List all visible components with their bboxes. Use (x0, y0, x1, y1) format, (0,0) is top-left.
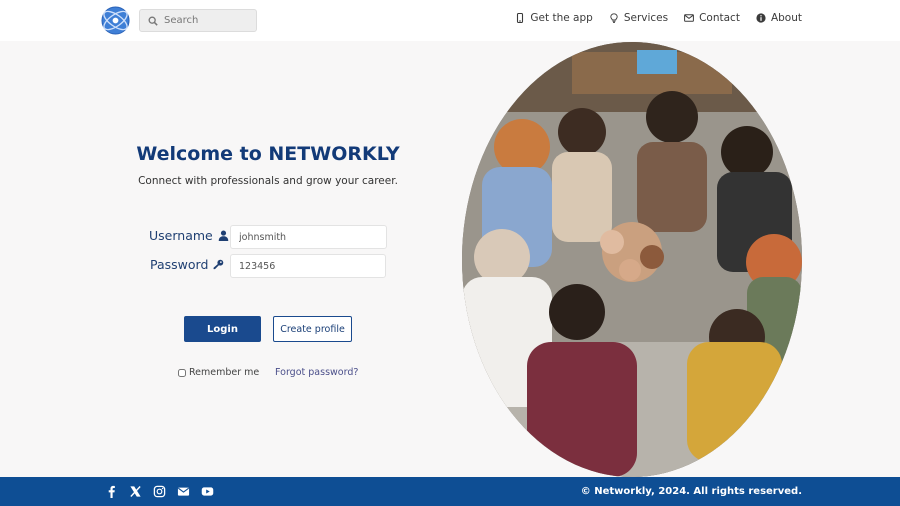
nav-services[interactable]: Services (609, 12, 668, 24)
password-input[interactable] (230, 254, 386, 278)
search-icon (148, 16, 158, 26)
email-icon[interactable] (176, 484, 190, 498)
create-profile-button[interactable]: Create profile (273, 316, 352, 342)
page-tagline: Connect with professionals and grow your… (138, 175, 398, 187)
key-icon (213, 259, 224, 270)
username-label: Username (149, 228, 229, 243)
networkly-logo-icon[interactable] (101, 6, 130, 35)
x-icon[interactable] (128, 484, 142, 498)
username-label-text: Username (149, 228, 213, 243)
instagram-icon[interactable] (152, 484, 166, 498)
user-icon (218, 230, 229, 241)
social-links (104, 484, 214, 498)
nav-about[interactable]: About (756, 12, 802, 24)
youtube-icon[interactable] (200, 484, 214, 498)
password-label: Password (150, 257, 224, 272)
remember-me-label: Remember me (189, 367, 260, 378)
page-title: Welcome to NETWORKLY (136, 143, 400, 165)
phone-icon (517, 13, 524, 23)
login-button[interactable]: Login (184, 316, 261, 342)
password-label-text: Password (150, 257, 209, 272)
nav-contact[interactable]: Contact (684, 12, 740, 24)
facebook-icon[interactable] (104, 484, 118, 498)
top-navbar: Get the app Services Contact About (0, 0, 900, 41)
remember-me-checkbox[interactable] (178, 368, 186, 377)
info-icon (756, 13, 766, 23)
nav-contact-label: Contact (699, 12, 740, 24)
footer: © Networkly, 2024. All rights reserved. (0, 477, 900, 506)
team-hands-photo (462, 42, 802, 477)
lightbulb-icon (610, 13, 618, 23)
forgot-password-link[interactable]: Forgot password? (275, 367, 358, 378)
nav-menu: Get the app Services Contact About (515, 12, 802, 24)
search-box[interactable] (139, 9, 257, 32)
envelope-icon (684, 14, 694, 22)
nav-about-label: About (770, 12, 802, 24)
username-input[interactable] (230, 225, 387, 249)
copyright-text: © Networkly, 2024. All rights reserved. (580, 486, 802, 497)
remember-me[interactable]: Remember me (178, 367, 259, 378)
search-input[interactable] (164, 15, 249, 26)
nav-get-the-app[interactable]: Get the app (515, 12, 593, 24)
nav-get-the-app-label: Get the app (530, 12, 593, 24)
nav-services-label: Services (623, 12, 669, 24)
